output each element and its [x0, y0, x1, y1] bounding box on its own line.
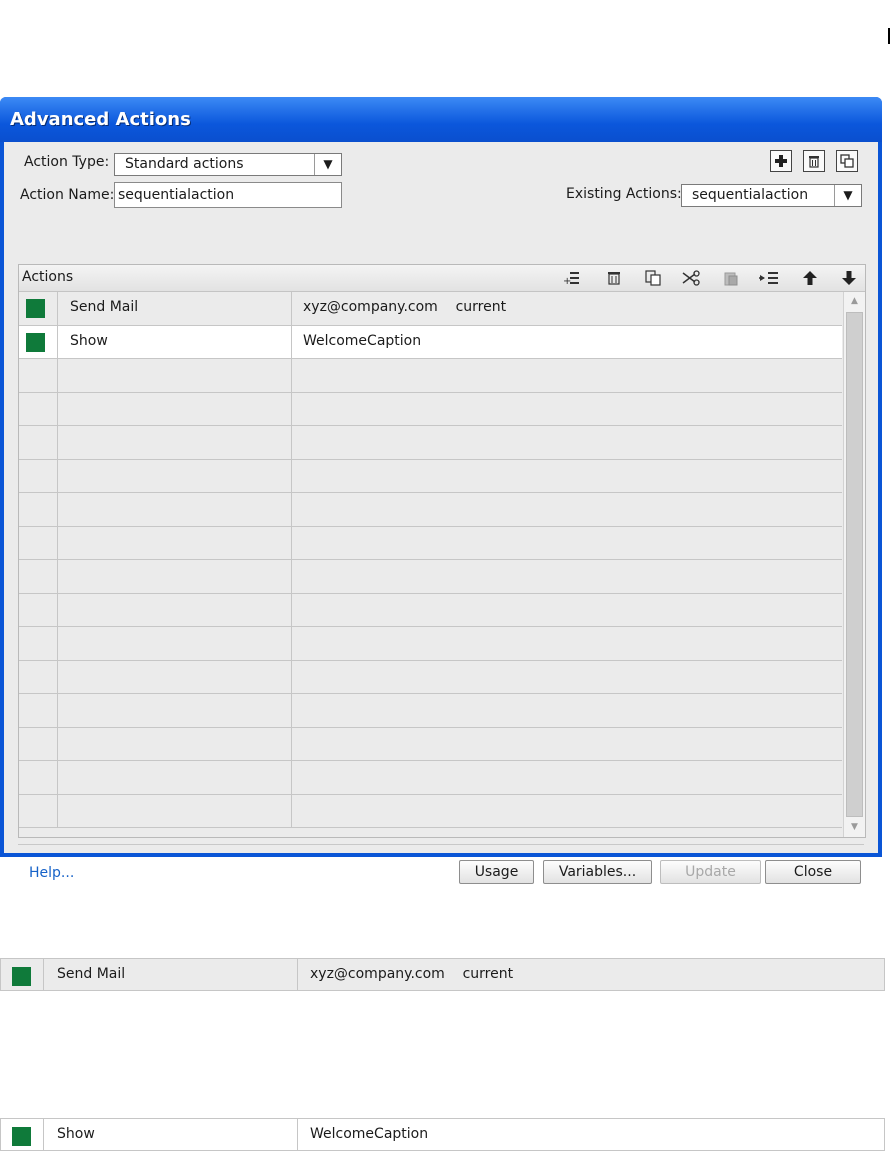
help-link[interactable]: Help... — [29, 865, 74, 881]
actions-grid-header: Actions + — [19, 265, 865, 292]
actions-rows: Send Mail xyz@company.com current Show W… — [19, 292, 842, 828]
add-icon[interactable] — [770, 150, 792, 172]
table-row[interactable]: Show WelcomeCaption — [19, 325, 842, 359]
actions-grid: Actions + Send Mail xyz@company.com curr… — [18, 264, 866, 838]
scroll-down-icon[interactable]: ▼ — [844, 818, 865, 837]
indent-icon[interactable] — [759, 268, 779, 288]
action-type-label: Action Type: — [24, 154, 110, 170]
snippet-action: Show — [57, 1126, 95, 1142]
existing-actions-value: sequentialaction — [692, 187, 809, 203]
delete-row-icon[interactable] — [604, 268, 624, 288]
table-row[interactable] — [19, 627, 842, 661]
update-button: Update — [660, 860, 761, 884]
target-cell: xyz@company.com current — [303, 299, 507, 315]
action-name-input[interactable]: sequentialaction — [114, 182, 342, 208]
variables-button[interactable]: Variables... — [543, 860, 652, 884]
target-cell: WelcomeCaption — [303, 332, 422, 349]
chevron-down-icon[interactable]: ▼ — [834, 185, 861, 206]
action-color-swatch — [26, 299, 45, 318]
paste-icon[interactable] — [721, 268, 741, 288]
close-button[interactable]: Close — [765, 860, 861, 884]
advanced-actions-dialog: Advanced Actions Action Type: Standard a… — [0, 97, 882, 884]
scroll-up-icon[interactable]: ▲ — [844, 292, 865, 311]
table-row[interactable] — [19, 426, 842, 460]
page-edge-mark — [888, 28, 890, 44]
action-type-value: Standard actions — [125, 156, 244, 172]
usage-button[interactable]: Usage — [459, 860, 534, 884]
table-row[interactable] — [19, 694, 842, 728]
table-row[interactable] — [19, 392, 842, 426]
move-up-icon[interactable] — [800, 268, 820, 288]
action-name-label: Action Name: — [20, 187, 115, 203]
dialog-body: Action Type: Standard actions ▼ Action N… — [4, 142, 878, 884]
footer-divider — [18, 844, 864, 845]
duplicate-icon[interactable] — [836, 150, 858, 172]
trash-icon[interactable] — [803, 150, 825, 172]
table-row[interactable] — [19, 459, 842, 493]
table-row[interactable] — [19, 794, 842, 828]
show-row-snippet: Show WelcomeCaption — [0, 1118, 885, 1151]
dialog-title: Advanced Actions — [10, 109, 191, 130]
cut-icon[interactable] — [681, 268, 701, 288]
existing-actions-label: Existing Actions: — [566, 186, 682, 202]
send-mail-row-snippet: Send Mail xyz@company.com current — [0, 958, 885, 991]
table-row[interactable] — [19, 560, 842, 594]
action-color-swatch — [12, 1127, 31, 1146]
snippet-action: Send Mail — [57, 966, 126, 982]
table-row[interactable] — [19, 359, 842, 393]
insert-row-icon[interactable]: + — [562, 268, 582, 288]
action-cell: Send Mail — [58, 292, 292, 325]
table-row[interactable] — [19, 761, 842, 795]
table-row[interactable] — [19, 493, 842, 527]
actions-header-label: Actions — [22, 269, 74, 285]
existing-actions-dropdown[interactable]: sequentialaction ▼ — [681, 184, 862, 207]
table-row[interactable] — [19, 660, 842, 694]
snippet-target: WelcomeCaption — [310, 1126, 429, 1142]
table-row[interactable] — [19, 526, 842, 560]
scroll-thumb[interactable] — [846, 312, 863, 817]
table-row[interactable] — [19, 593, 842, 627]
snippet-target: xyz@company.com current — [310, 966, 514, 982]
grid-scrollbar[interactable]: ▲ ▼ — [843, 292, 865, 837]
action-color-swatch — [12, 967, 31, 986]
chevron-down-icon[interactable]: ▼ — [314, 154, 341, 175]
move-down-icon[interactable] — [839, 268, 859, 288]
table-row[interactable]: Send Mail xyz@company.com current — [19, 292, 842, 326]
action-cell: Show — [58, 325, 292, 358]
title-bar[interactable]: Advanced Actions — [0, 97, 882, 142]
copy-icon[interactable] — [643, 268, 663, 288]
action-type-dropdown[interactable]: Standard actions ▼ — [114, 153, 342, 176]
table-row[interactable] — [19, 727, 842, 761]
action-color-swatch — [26, 332, 45, 352]
